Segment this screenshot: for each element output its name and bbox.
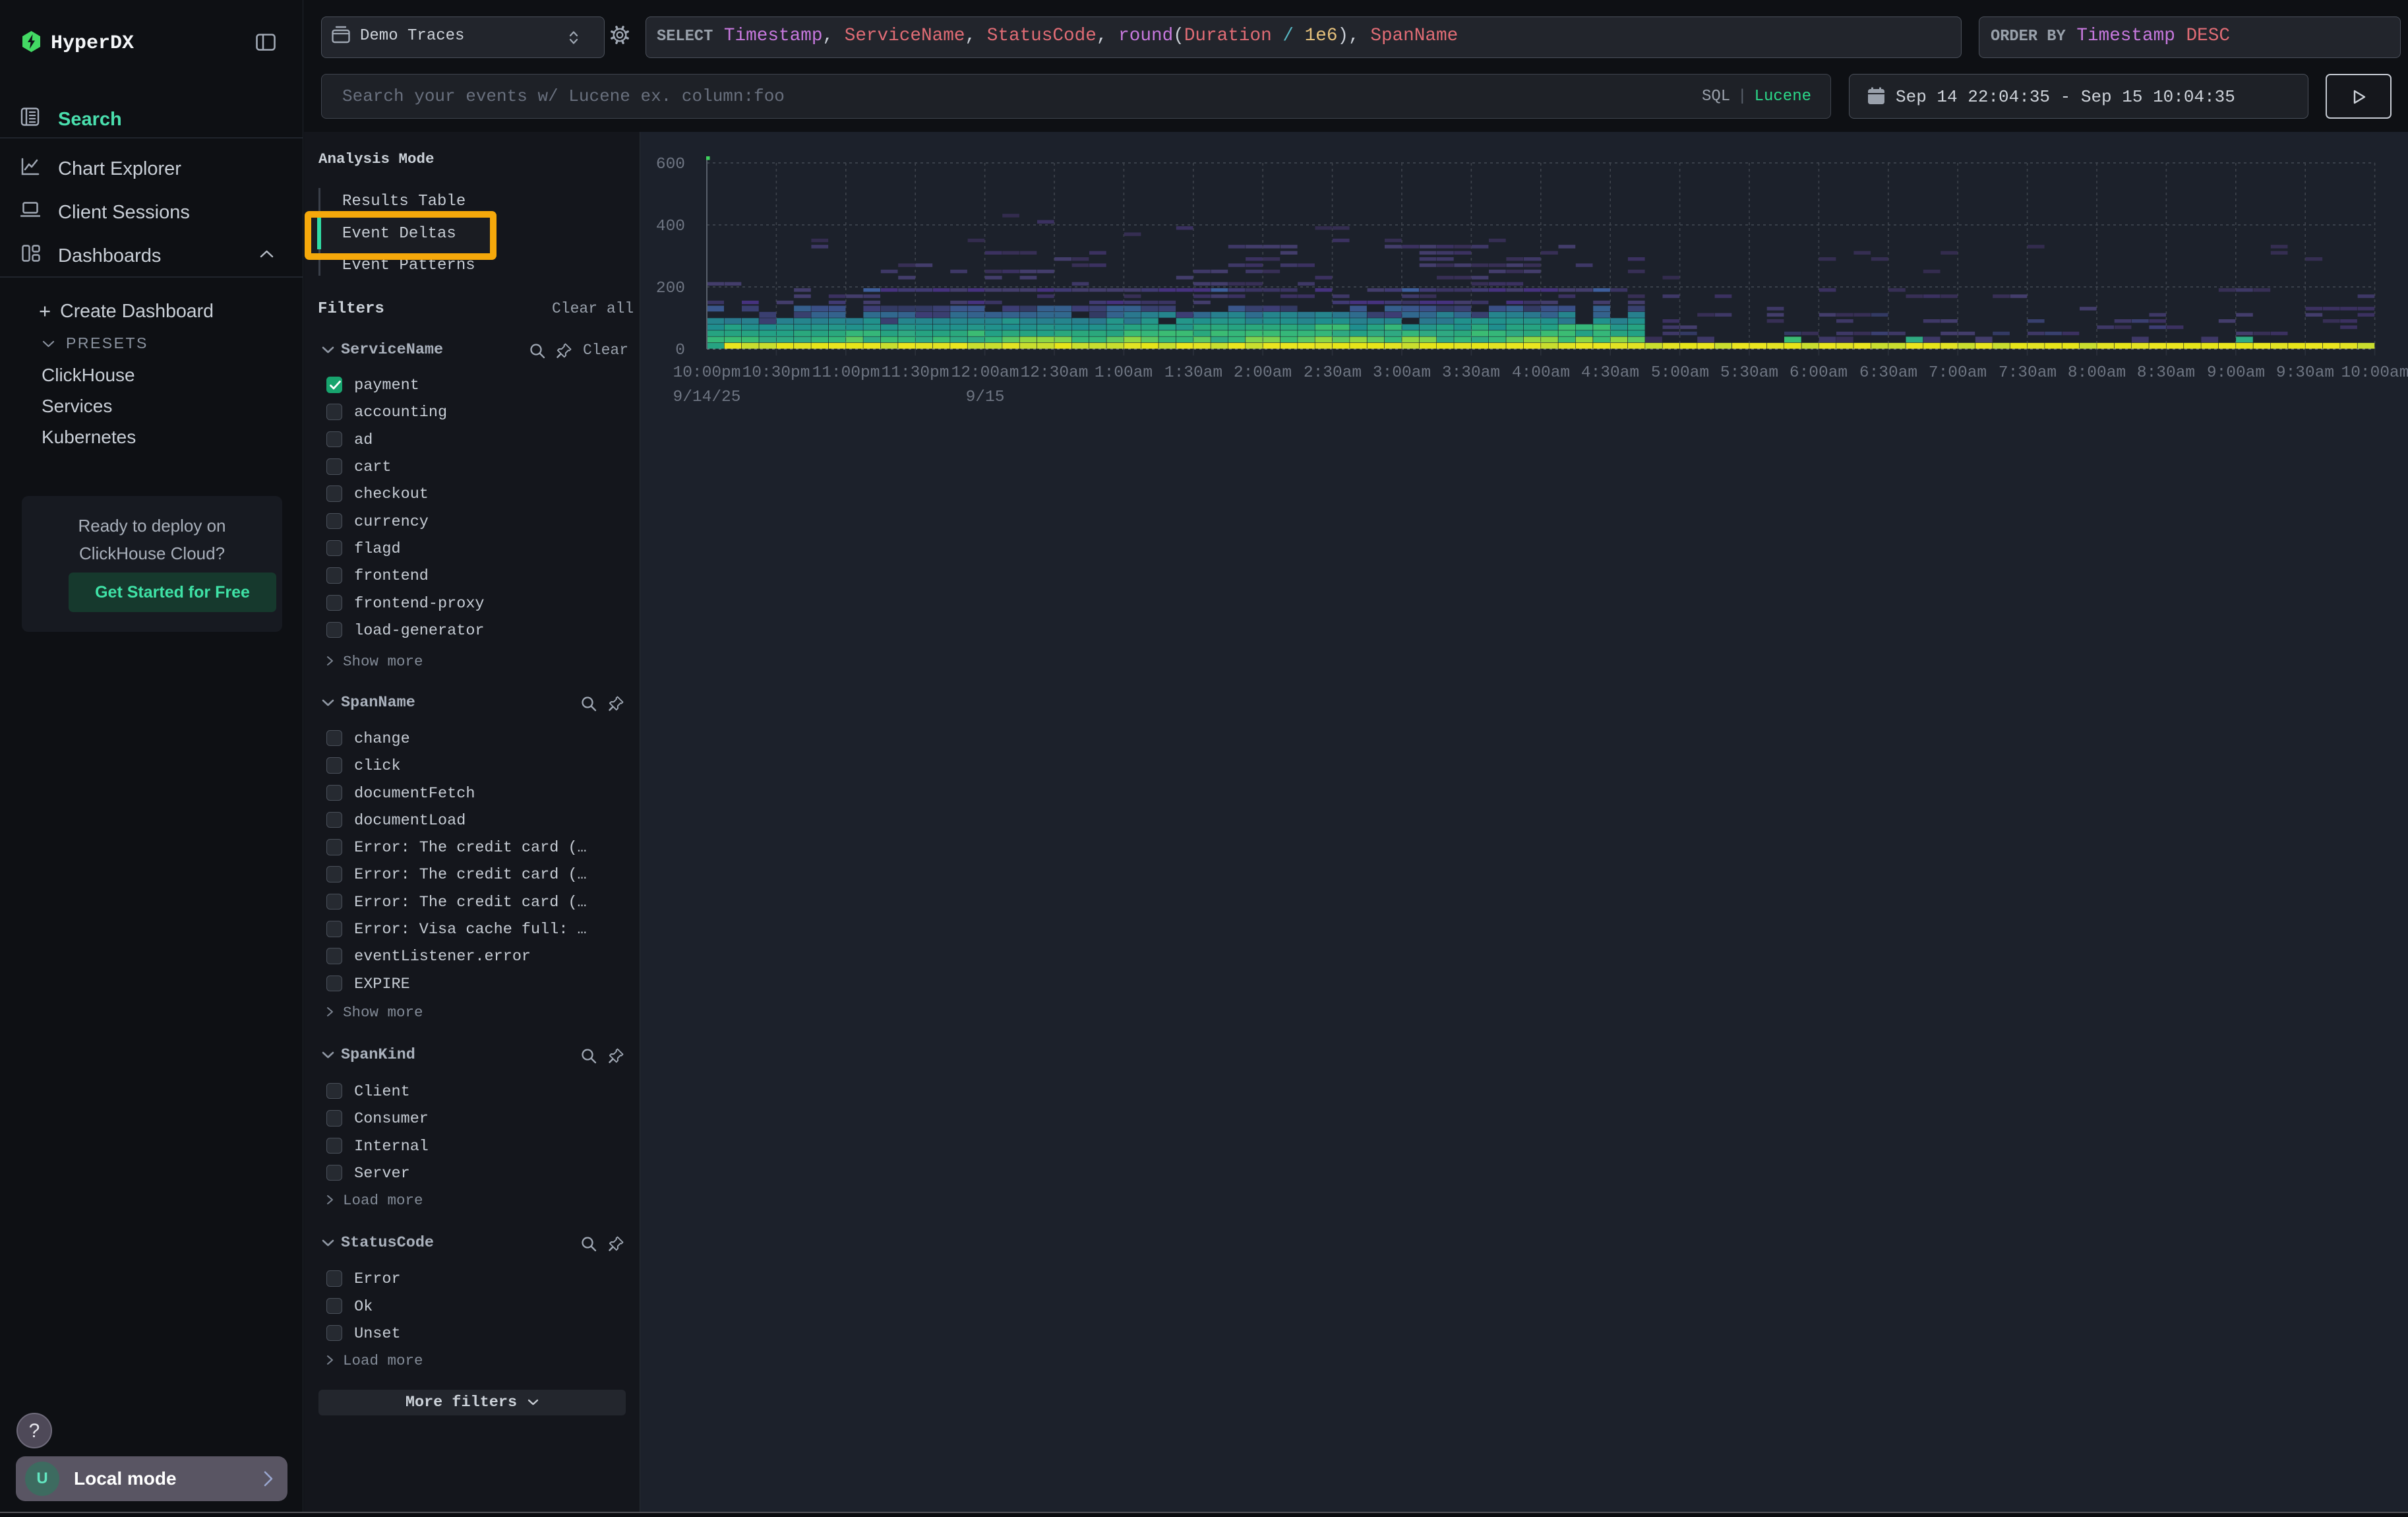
svg-text:10:00pm: 10:00pm <box>673 364 741 382</box>
svg-text:6:30am: 6:30am <box>1859 364 1917 382</box>
svg-text:9/14/25: 9/14/25 <box>673 388 741 406</box>
svg-text:400: 400 <box>656 218 685 235</box>
svg-text:4:30am: 4:30am <box>1581 364 1639 382</box>
svg-text:1:00am: 1:00am <box>1095 364 1153 382</box>
svg-text:3:30am: 3:30am <box>1442 364 1500 382</box>
svg-text:9:30am: 9:30am <box>2276 364 2334 382</box>
svg-text:10:00am: 10:00am <box>2341 364 2408 382</box>
svg-text:200: 200 <box>656 280 685 297</box>
svg-text:2:30am: 2:30am <box>1304 364 1362 382</box>
svg-text:2:00am: 2:00am <box>1234 364 1292 382</box>
svg-text:11:00pm: 11:00pm <box>812 364 880 382</box>
svg-text:11:30pm: 11:30pm <box>882 364 949 382</box>
svg-text:8:00am: 8:00am <box>2068 364 2126 382</box>
svg-text:3:00am: 3:00am <box>1373 364 1431 382</box>
svg-text:7:30am: 7:30am <box>1999 364 2057 382</box>
svg-text:1:30am: 1:30am <box>1164 364 1222 382</box>
svg-text:0: 0 <box>675 342 685 359</box>
svg-text:8:30am: 8:30am <box>2137 364 2195 382</box>
svg-text:9:00am: 9:00am <box>2207 364 2265 382</box>
svg-text:9/15: 9/15 <box>966 388 1005 406</box>
svg-text:600: 600 <box>656 156 685 173</box>
svg-text:12:30am: 12:30am <box>1021 364 1089 382</box>
svg-text:5:30am: 5:30am <box>1720 364 1778 382</box>
svg-text:12:00am: 12:00am <box>951 364 1019 382</box>
svg-text:6:00am: 6:00am <box>1790 364 1848 382</box>
svg-text:4:00am: 4:00am <box>1512 364 1570 382</box>
svg-text:5:00am: 5:00am <box>1651 364 1709 382</box>
svg-text:10:30pm: 10:30pm <box>742 364 810 382</box>
svg-text:7:00am: 7:00am <box>1929 364 1987 382</box>
